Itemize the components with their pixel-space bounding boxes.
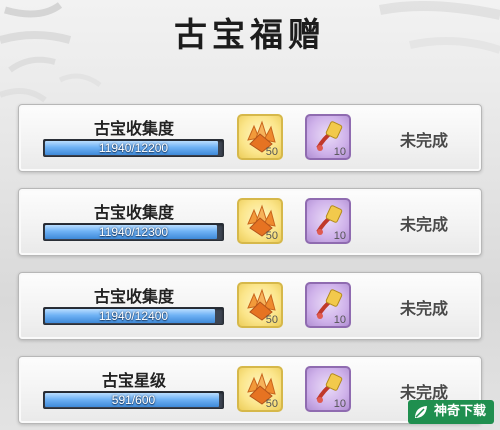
progress-bar: 11940/12400 <box>43 307 224 325</box>
reward-item-crystal[interactable]: 50 <box>237 114 283 160</box>
reward-quantity: 50 <box>265 146 278 158</box>
status-label: 未完成 <box>399 299 448 318</box>
status-label: 未完成 <box>399 215 448 234</box>
progress-bar: 591/600 <box>43 391 224 409</box>
task-name: 古宝星级 <box>101 371 166 390</box>
watermark-text: 神奇下载 <box>433 404 486 419</box>
reward-quantity: 10 <box>333 146 346 158</box>
reward-item-crystal[interactable]: 50 <box>237 282 283 328</box>
reward-item-crystal[interactable]: 50 <box>237 366 283 412</box>
task-name: 古宝收集度 <box>93 287 174 306</box>
reward-card: 古宝收集度 11940/12200 50 10 未完成 <box>18 104 482 172</box>
progress-bar: 11940/12200 <box>43 139 224 157</box>
reward-item-lantern[interactable]: 10 <box>305 366 351 412</box>
reward-quantity: 50 <box>265 230 278 242</box>
reward-card: 古宝收集度 11940/12400 50 10 未完成 <box>18 272 482 340</box>
progress-text: 11940/12400 <box>98 309 169 323</box>
reward-item-crystal[interactable]: 50 <box>237 198 283 244</box>
reward-quantity: 10 <box>333 230 346 242</box>
site-watermark: 神奇下载 <box>407 400 494 424</box>
reward-quantity: 50 <box>265 398 278 410</box>
reward-quantity: 10 <box>333 314 346 326</box>
progress-text: 11940/12300 <box>98 225 169 239</box>
reward-item-lantern[interactable]: 10 <box>305 282 351 328</box>
task-name: 古宝收集度 <box>93 119 174 138</box>
status-label: 未完成 <box>399 131 448 150</box>
task-name: 古宝收集度 <box>93 203 174 222</box>
progress-text: 11940/12200 <box>98 141 169 155</box>
reward-quantity: 50 <box>265 314 278 326</box>
reward-quantity: 10 <box>333 398 346 410</box>
reward-item-lantern[interactable]: 10 <box>305 114 351 160</box>
page-title: 古宝福赠 <box>174 15 326 54</box>
leaf-logo-icon <box>414 406 427 418</box>
progress-bar: 11940/12300 <box>43 223 224 241</box>
progress-text: 591/600 <box>111 393 156 407</box>
reward-item-lantern[interactable]: 10 <box>305 198 351 244</box>
reward-card: 古宝收集度 11940/12300 50 10 未完成 <box>18 188 482 256</box>
